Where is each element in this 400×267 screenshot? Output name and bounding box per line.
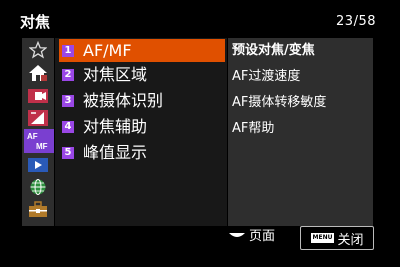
menu-item-focus-area[interactable]: 2 对焦区域	[59, 63, 225, 86]
item-number-badge: 3	[62, 95, 74, 107]
camera-icon	[27, 88, 49, 104]
menu-item-subject-recognition[interactable]: 3 被摄体识别	[59, 89, 225, 112]
menu-item-focus-assist[interactable]: 4 对焦辅助	[59, 115, 225, 138]
category-network[interactable]	[25, 177, 51, 197]
page-title: 对焦	[20, 13, 51, 31]
af-mf-icon: AF MF	[25, 130, 53, 152]
menu-item-af-mf[interactable]: 1 AF/MF	[59, 39, 225, 62]
submenu-item-af-help: AF帮助	[232, 121, 275, 136]
menu-list: 1 AF/MF 2 对焦区域 3 被摄体识别 4 对焦辅助 5 峰值显示	[55, 38, 227, 226]
header-bar: 对焦 23/58	[0, 0, 400, 36]
category-playback[interactable]	[25, 155, 51, 175]
item-number-badge: 4	[62, 121, 74, 133]
menu-item-label: AF/MF	[83, 41, 132, 60]
category-exposure[interactable]	[25, 108, 51, 128]
menu-item-label: 被摄体识别	[83, 91, 164, 110]
submenu-item-af-subject-shift-sensitivity: AF摄体转移敏度	[232, 95, 327, 110]
category-setup[interactable]	[25, 199, 51, 219]
close-label: 关闭	[337, 232, 364, 248]
category-focus[interactable]: AF MF	[24, 129, 54, 153]
item-number-badge: 5	[62, 147, 74, 159]
af-mf-icon-top-label: AF	[27, 132, 38, 141]
toolbox-icon	[27, 200, 49, 218]
menu-item-peaking-display[interactable]: 5 峰值显示	[59, 141, 225, 164]
network-icon	[28, 178, 48, 196]
menu-item-label: 峰值显示	[83, 143, 148, 162]
item-number-badge: 1	[62, 45, 74, 57]
control-dial-icon	[228, 229, 249, 245]
category-shooting[interactable]	[25, 86, 51, 106]
home-icon	[28, 64, 48, 82]
playback-icon	[27, 157, 49, 173]
category-favorites[interactable]	[25, 40, 51, 60]
menu-item-label: 对焦辅助	[83, 117, 148, 136]
page-hint: 页面	[228, 229, 275, 245]
item-number-badge: 2	[62, 69, 74, 81]
submenu-item-af-transition-speed: AF过渡速度	[232, 69, 301, 84]
exposure-icon	[27, 109, 49, 127]
af-mf-icon-bottom-label: MF	[36, 142, 48, 151]
menu-button-icon: MENU	[310, 233, 335, 243]
page-hint-label: 页面	[249, 229, 276, 244]
category-sidebar: AF MF	[22, 38, 54, 226]
menu-item-label: 对焦区域	[83, 65, 148, 84]
close-button[interactable]: MENU 关闭	[300, 226, 374, 250]
submenu-item-preset-focus-zoom: 预设对焦/变焦	[232, 43, 315, 58]
star-icon	[29, 41, 47, 59]
page-indicator: 23/58	[336, 14, 376, 29]
submenu-preview: 预设对焦/变焦 AF过渡速度 AF摄体转移敏度 AF帮助	[228, 38, 373, 226]
category-my-menu[interactable]	[25, 63, 51, 83]
